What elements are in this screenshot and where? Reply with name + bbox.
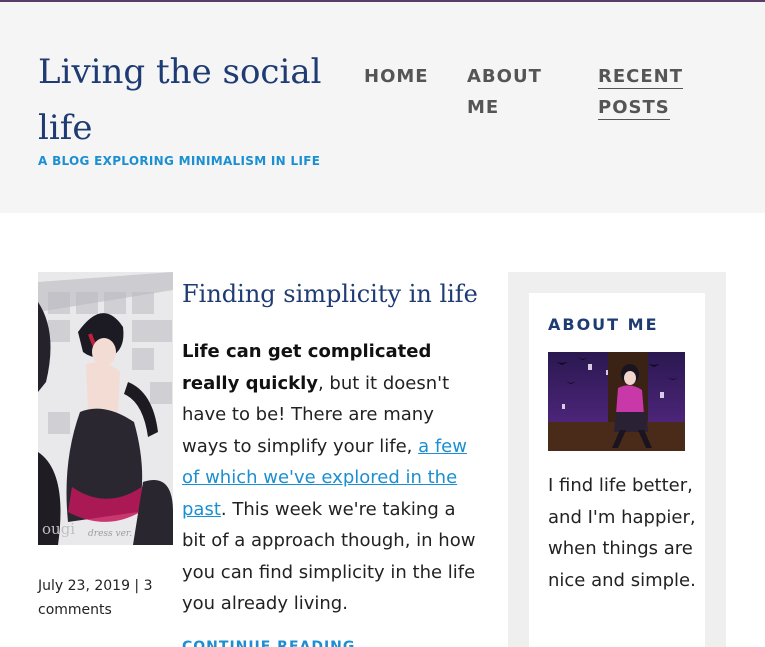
post-date[interactable]: July 23, 2019: [38, 578, 130, 594]
nav-recent-posts-link[interactable]: RECENT POSTS: [598, 61, 708, 123]
thumbnail-caption: dress ver.: [88, 529, 132, 539]
post-title[interactable]: Finding simplicity in life: [182, 277, 492, 311]
nav-about-label: ABOUT ME: [467, 66, 542, 118]
meta-separator: |: [129, 578, 144, 594]
continue-reading-link[interactable]: CONTINUE READING: [182, 637, 355, 647]
post-meta: July 23, 2019 | 3 comments: [38, 574, 173, 622]
nav-home-label: HOME: [364, 66, 429, 87]
thumbnail-watermark: ougi: [42, 520, 75, 538]
about-widget-text: I find life better, and I'm happier, whe…: [548, 475, 696, 591]
about-widget-title: ABOUT ME: [548, 315, 659, 334]
nav-recent-posts-label: RECENT POSTS: [598, 66, 684, 120]
nav-about-link[interactable]: ABOUT ME: [467, 61, 547, 123]
post-thumbnail[interactable]: ougi dress ver.: [38, 272, 173, 545]
post-thumbnail-image: ougi dress ver.: [38, 272, 173, 545]
site-tagline: A BLOG EXPLORING MINIMALISM IN LIFE: [38, 154, 321, 168]
post-excerpt-text-2: . This week we're taking a bit of a appr…: [182, 498, 476, 615]
nav-home-link[interactable]: HOME: [364, 61, 429, 92]
about-image-illustration: [548, 352, 685, 451]
about-widget-image: [548, 352, 685, 451]
post-excerpt: Life can get complicated really quickly,…: [182, 336, 482, 620]
site-title[interactable]: Living the social life: [38, 44, 328, 156]
